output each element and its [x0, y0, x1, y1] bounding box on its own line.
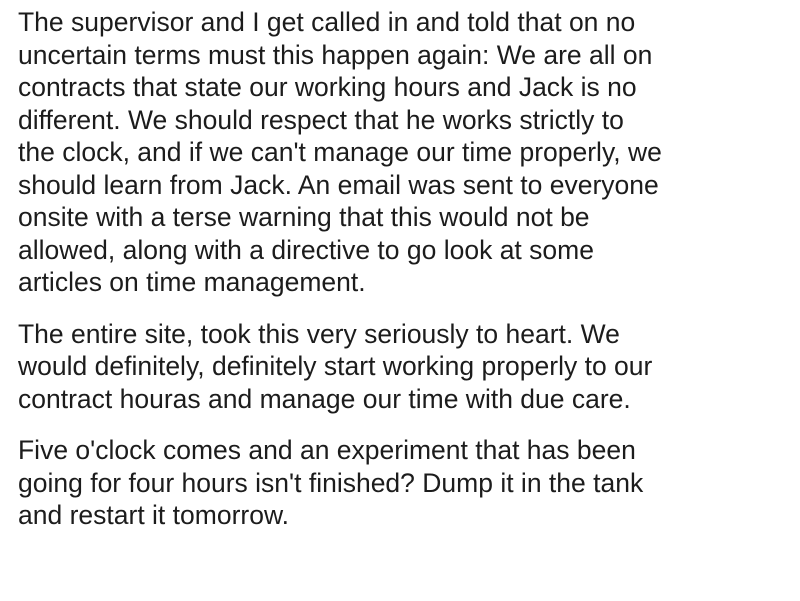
paragraph-3: Five o'clock comes and an experiment tha…: [18, 434, 788, 532]
text-line: uncertain terms must this happen again: …: [18, 39, 653, 70]
text-line: The entire site, took this very seriousl…: [18, 318, 620, 349]
post-body: The supervisor and I get called in and t…: [18, 6, 788, 532]
text-line: would definitely, definitely start worki…: [18, 351, 653, 381]
text-line: different. We should respect that he wor…: [18, 104, 624, 135]
paragraph-2: The entire site, took this very seriousl…: [18, 318, 788, 416]
text-line: articles on time management.: [18, 267, 366, 297]
text-line: contracts that state our working hours a…: [18, 72, 637, 102]
text-line: the clock, and if we can't manage our ti…: [18, 137, 662, 167]
text-line: The supervisor and I get called in and t…: [18, 7, 636, 37]
text-line: allowed, along with a directive to go lo…: [18, 234, 594, 265]
text-line: Five o'clock comes and an experiment tha…: [18, 435, 636, 465]
text-line: should learn from Jack. An email was sen…: [18, 169, 659, 200]
paragraph-1: The supervisor and I get called in and t…: [18, 6, 788, 299]
text-line: going for four hours isn't finished? Dum…: [18, 467, 644, 498]
text-line: onsite with a terse warning that this wo…: [18, 202, 590, 232]
text-line: and restart it tomorrow.: [18, 500, 289, 530]
text-line: contract houras and manage our time with…: [18, 383, 631, 414]
